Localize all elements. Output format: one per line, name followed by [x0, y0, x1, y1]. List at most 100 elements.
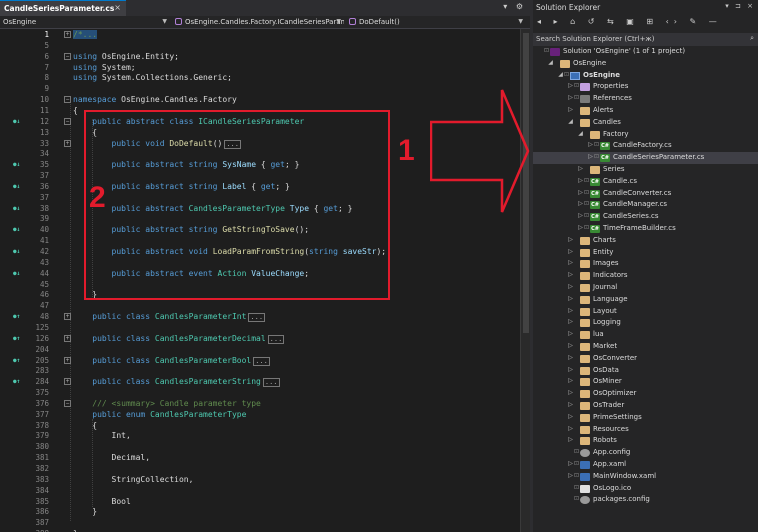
collapsed-region-marker[interactable]: ...: [253, 356, 270, 366]
member-dropdown[interactable]: DoDefault() ▼: [346, 17, 526, 28]
code-line[interactable]: 375: [0, 387, 520, 398]
tree-item[interactable]: ▷ ⊡ Properties: [533, 81, 758, 93]
tab-overflow-icon[interactable]: ▾ ⚙: [503, 2, 526, 11]
expand-arrow-icon[interactable]: ▷: [567, 248, 574, 255]
tree-item[interactable]: ▷ Language: [533, 294, 758, 306]
expand-arrow-icon[interactable]: ▷: [567, 271, 574, 278]
expand-arrow-icon[interactable]: ▷: [567, 283, 574, 290]
expand-arrow-icon[interactable]: ▷: [567, 401, 574, 408]
project-dropdown[interactable]: OsEngine ▼: [0, 17, 170, 28]
expand-arrow-icon[interactable]: ▷: [567, 330, 574, 337]
code-line[interactable]: 380: [0, 441, 520, 452]
tree-item[interactable]: ▷ Layout: [533, 306, 758, 318]
tree-item[interactable]: ▷ ⊡ C# CandleConverter.cs: [533, 188, 758, 200]
tree-item[interactable]: ▷ Robots: [533, 435, 758, 447]
code-line[interactable]: 379 Int,: [0, 430, 520, 441]
code-line[interactable]: 385 Bool: [0, 496, 520, 507]
expand-region-icon[interactable]: +: [64, 334, 71, 342]
expand-arrow-icon[interactable]: ▷: [577, 224, 584, 231]
collapse-region-icon[interactable]: −: [64, 117, 71, 125]
expand-region-icon[interactable]: +: [64, 31, 71, 38]
tree-item[interactable]: ▷ ⊡ C# CandleFactory.cs: [533, 140, 758, 152]
tree-item[interactable]: ▷ Logging: [533, 317, 758, 329]
tree-item[interactable]: ▷ ⊡ C# Candle.cs: [533, 176, 758, 188]
expand-arrow-icon[interactable]: ▷: [567, 342, 574, 349]
solution-search-input[interactable]: Search Solution Explorer (Ctrl+ж) ⌕: [533, 33, 758, 46]
expand-arrow-icon[interactable]: ▷: [567, 377, 574, 384]
tree-item[interactable]: ▷ Entity: [533, 247, 758, 259]
code-line[interactable]: 381 Decimal,: [0, 452, 520, 463]
tree-item[interactable]: ▷ OsMiner: [533, 376, 758, 388]
tree-item[interactable]: ⊡ Solution 'OsEngine' (1 of 1 project): [533, 46, 758, 58]
code-line[interactable]: 382: [0, 463, 520, 474]
tree-item[interactable]: ⊡ packages.config: [533, 494, 758, 506]
code-line[interactable]: 388}: [0, 528, 520, 532]
collapsed-region-marker[interactable]: ...: [262, 378, 280, 388]
tree-item[interactable]: ▷ ⊡ C# TimeFrameBuilder.cs: [533, 223, 758, 235]
collapse-arrow-icon[interactable]: ◢: [547, 59, 554, 66]
expand-arrow-icon[interactable]: ▷: [567, 259, 574, 266]
tree-item[interactable]: ▷ Journal: [533, 282, 758, 294]
expand-arrow-icon[interactable]: ▷: [567, 295, 574, 302]
collapse-region-icon[interactable]: −: [64, 52, 71, 60]
tree-item[interactable]: ▷ Images: [533, 258, 758, 270]
code-line[interactable]: ●↑ 48 + public class CandlesParameterInt..…: [0, 311, 520, 323]
tree-item[interactable]: ▷ OsTrader: [533, 400, 758, 412]
tree-item[interactable]: ▷ ⊡ C# CandleSeries.cs: [533, 211, 758, 223]
type-dropdown[interactable]: OsEngine.Candles.Factory.ICandleSeriesPa…: [172, 17, 344, 28]
code-line[interactable]: 384: [0, 485, 520, 496]
expand-arrow-icon[interactable]: ▷: [567, 460, 574, 467]
code-line[interactable]: 204: [0, 344, 520, 355]
expand-arrow-icon[interactable]: ▷: [567, 82, 574, 89]
tree-item[interactable]: ◢ OsEngine: [533, 58, 758, 70]
expand-arrow-icon[interactable]: ▷: [567, 106, 574, 113]
tree-item[interactable]: ⊡ App.config: [533, 447, 758, 459]
expand-region-icon[interactable]: +: [64, 139, 71, 147]
expand-arrow-icon[interactable]: ▷: [577, 177, 584, 184]
expand-arrow-icon[interactable]: ▷: [567, 236, 574, 243]
collapse-region-icon[interactable]: −: [64, 96, 71, 104]
expand-arrow-icon[interactable]: ▷: [577, 212, 584, 219]
collapsed-region-marker[interactable]: ...: [267, 334, 285, 344]
tree-item[interactable]: ▷ ⊡ C# CandleSeriesParameter.cs: [533, 152, 758, 165]
code-line[interactable]: 383 StringCollection,: [0, 474, 520, 485]
tree-item[interactable]: ▷ PrimeSettings: [533, 412, 758, 424]
code-line[interactable]: 377 public enum CandlesParameterType: [0, 409, 520, 420]
collapse-arrow-icon[interactable]: ◢: [567, 118, 574, 125]
code-line[interactable]: 125: [0, 322, 520, 333]
code-line[interactable]: 6 − using OsEngine.Entity;: [0, 51, 520, 62]
expand-arrow-icon[interactable]: ▷: [567, 366, 574, 373]
tree-item[interactable]: ▷ ⊡ References: [533, 93, 758, 105]
code-line[interactable]: ●↑ 284 + public class CandlesParameterStri…: [0, 376, 520, 388]
code-line[interactable]: 378 {: [0, 420, 520, 431]
tree-item[interactable]: ◢ Candles: [533, 117, 758, 129]
expand-arrow-icon[interactable]: ▷: [577, 200, 584, 207]
code-line[interactable]: 283: [0, 365, 520, 376]
tree-item[interactable]: ▷ Resources: [533, 424, 758, 436]
expand-arrow-icon[interactable]: ▷: [587, 141, 594, 148]
panel-window-controls[interactable]: ▾ ⊐ ×: [725, 2, 755, 10]
code-line[interactable]: 1 +/*...: [0, 29, 520, 40]
expand-arrow-icon[interactable]: ▷: [567, 354, 574, 361]
code-line[interactable]: 387: [0, 517, 520, 528]
collapse-arrow-icon[interactable]: ◢: [557, 71, 564, 78]
close-tab-icon[interactable]: ×: [114, 3, 121, 12]
tree-item[interactable]: ▷ lua: [533, 329, 758, 341]
tree-item[interactable]: ▷ Indicators: [533, 270, 758, 282]
tree-item[interactable]: ▷ ⊡ MainWindow.xaml: [533, 471, 758, 483]
collapsed-region-marker[interactable]: ...: [248, 313, 266, 323]
collapse-arrow-icon[interactable]: ◢: [577, 130, 584, 137]
code-line[interactable]: 376 − /// <summary> Candle parameter type: [0, 398, 520, 409]
solution-explorer-toolbar[interactable]: ◂ ▸ ⌂ ↺ ⇆ ▣ ⊞ ‹› ✎ —: [533, 14, 758, 32]
tree-item[interactable]: ◢ Factory: [533, 129, 758, 141]
code-line[interactable]: 8 using System.Collections.Generic;: [0, 72, 520, 83]
collapse-region-icon[interactable]: −: [64, 399, 71, 407]
expand-arrow-icon[interactable]: ▷: [567, 318, 574, 325]
code-line[interactable]: ●↑ 205 + public class CandlesParameterBool…: [0, 355, 520, 366]
tree-item[interactable]: ▷ Market: [533, 341, 758, 353]
tree-item[interactable]: ▷ Charts: [533, 235, 758, 247]
tree-item[interactable]: ◢ ⊡ OsEngine: [533, 70, 758, 82]
expand-arrow-icon[interactable]: ▷: [567, 389, 574, 396]
expand-arrow-icon[interactable]: ▷: [567, 472, 574, 479]
tree-item[interactable]: ▷ Alerts: [533, 105, 758, 117]
